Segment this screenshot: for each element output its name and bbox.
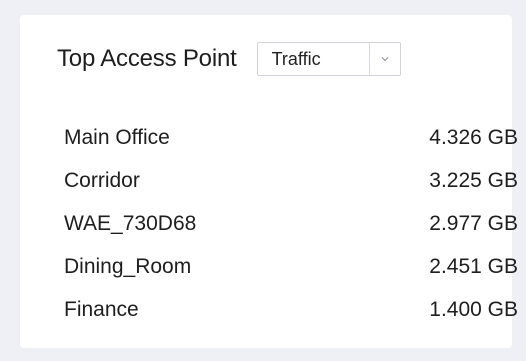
card-header: Top Access Point Traffic bbox=[57, 39, 401, 79]
access-point-name: Corridor bbox=[64, 168, 140, 192]
chevron-down-icon-graphic bbox=[381, 57, 389, 62]
access-point-name: Finance bbox=[64, 297, 139, 321]
metric-dropdown-value: Traffic bbox=[271, 48, 321, 69]
list-item: WAE_730D68 2.977 GB bbox=[64, 202, 518, 245]
access-point-list: Main Office 4.326 GB Corridor 3.225 GB W… bbox=[64, 116, 518, 331]
access-point-name: Dining_Room bbox=[64, 254, 192, 278]
access-point-traffic: 2.977 GB bbox=[429, 211, 518, 235]
card-title: Top Access Point bbox=[57, 45, 237, 72]
access-point-traffic: 3.225 GB bbox=[429, 168, 518, 192]
access-point-traffic: 4.326 GB bbox=[429, 125, 518, 149]
list-item: Finance 1.400 GB bbox=[64, 288, 518, 331]
list-item: Main Office 4.326 GB bbox=[64, 116, 518, 159]
list-item: Corridor 3.225 GB bbox=[64, 159, 518, 202]
access-point-name: WAE_730D68 bbox=[64, 211, 197, 235]
access-point-traffic: 1.400 GB bbox=[429, 297, 518, 321]
top-access-point-card: Top Access Point Traffic Main Office 4.3… bbox=[20, 15, 518, 348]
access-point-name: Main Office bbox=[64, 125, 170, 149]
list-item: Dining_Room 2.451 GB bbox=[64, 245, 518, 288]
metric-dropdown[interactable]: Traffic bbox=[256, 42, 401, 76]
chevron-down-icon[interactable] bbox=[368, 43, 400, 75]
access-point-traffic: 2.451 GB bbox=[429, 254, 518, 278]
